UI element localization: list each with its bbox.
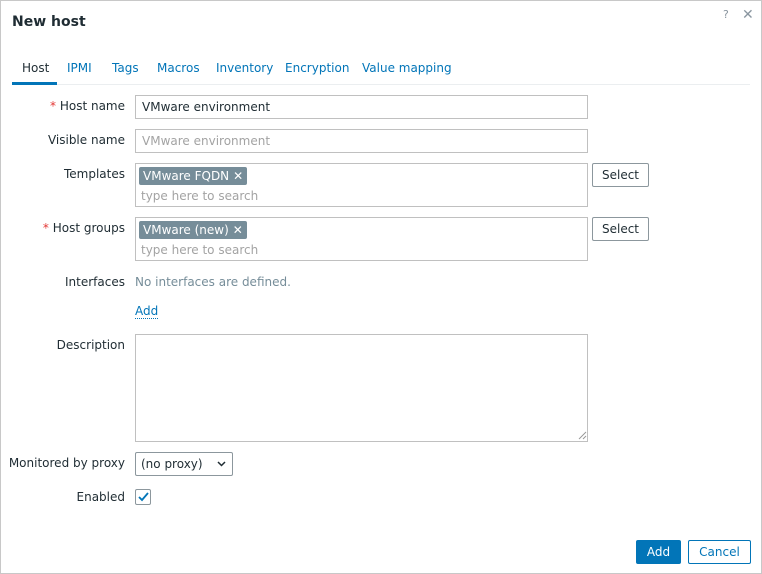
templates-multiselect[interactable]: VMware FQDN ✕ — [135, 163, 588, 207]
checkmark-icon — [138, 492, 149, 502]
template-chip: VMware FQDN ✕ — [139, 167, 248, 185]
enabled-label: Enabled — [76, 490, 126, 504]
proxy-selected-value: (no proxy) — [141, 457, 203, 471]
description-label: Description — [56, 338, 125, 352]
tab-inventory[interactable]: Inventory — [216, 61, 273, 75]
tab-host[interactable]: Host — [22, 61, 49, 75]
proxy-select[interactable]: (no proxy) — [135, 452, 233, 476]
tab-value-mapping[interactable]: Value mapping — [362, 61, 452, 75]
templates-select-button[interactable]: Select — [592, 163, 649, 187]
required-marker: * — [42, 221, 49, 235]
visible-name-label: Visible name — [47, 133, 125, 147]
new-host-dialog: New host ? ✕ Host IPMI Tags Macros Inven… — [0, 0, 762, 574]
add-button[interactable]: Add — [636, 540, 681, 564]
host-groups-label: * Host groups — [1, 221, 125, 235]
templates-search-input[interactable] — [141, 188, 441, 204]
template-chip-label: VMware FQDN — [143, 169, 230, 183]
host-group-chip-label: VMware (new) — [143, 223, 229, 237]
proxy-label: Monitored by proxy — [8, 456, 125, 470]
templates-label: Templates — [63, 167, 125, 181]
host-name-input[interactable] — [135, 95, 588, 119]
add-interface-link[interactable]: Add — [135, 305, 159, 319]
host-groups-multiselect[interactable]: VMware (new) ✕ — [135, 217, 588, 261]
tab-encryption[interactable]: Encryption — [285, 61, 349, 75]
help-icon[interactable]: ? — [723, 8, 729, 21]
tab-ipmi[interactable]: IPMI — [67, 61, 92, 75]
tab-macros[interactable]: Macros — [157, 61, 200, 75]
chip-remove-icon[interactable]: ✕ — [233, 223, 243, 237]
host-groups-select-button[interactable]: Select — [592, 217, 649, 241]
cancel-button[interactable]: Cancel — [688, 540, 751, 564]
host-name-label-text: Host name — [59, 99, 125, 113]
close-icon[interactable]: ✕ — [742, 7, 754, 23]
required-marker: * — [50, 99, 56, 113]
visible-name-input[interactable] — [135, 129, 588, 153]
chip-remove-icon[interactable]: ✕ — [233, 169, 243, 183]
chevron-down-icon — [217, 461, 226, 467]
host-groups-search-input[interactable] — [141, 242, 441, 258]
host-groups-label-text: Host groups — [52, 221, 125, 235]
active-tab-indicator — [12, 82, 57, 85]
host-name-label: * Host name — [1, 99, 125, 113]
dialog-title: New host — [12, 14, 86, 30]
interfaces-empty-text: No interfaces are defined. — [135, 275, 291, 289]
resize-grip-icon[interactable] — [578, 431, 587, 440]
host-group-chip: VMware (new) ✕ — [139, 221, 247, 239]
enabled-checkbox[interactable] — [135, 489, 151, 505]
description-textarea[interactable] — [135, 334, 588, 442]
tab-bar: Host IPMI Tags Macros Inventory Encrypti… — [12, 57, 750, 85]
tab-tags[interactable]: Tags — [112, 61, 139, 75]
interfaces-label: Interfaces — [65, 275, 125, 289]
